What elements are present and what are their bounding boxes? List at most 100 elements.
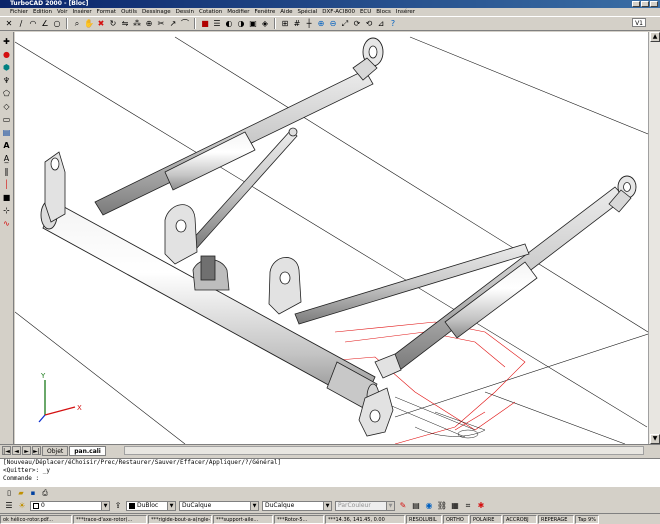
tab-objet[interactable]: Objet xyxy=(42,445,69,456)
menu-item[interactable]: Insérer xyxy=(73,8,92,16)
trim-icon[interactable]: ✂ xyxy=(156,19,166,29)
menu-item[interactable]: Dessinage xyxy=(142,8,171,16)
polygon-icon[interactable]: ⬠ xyxy=(1,88,12,99)
close-icon[interactable] xyxy=(650,1,658,7)
lineweight-select[interactable]: DuCalque ▼ xyxy=(262,501,332,511)
make-current-icon[interactable]: ⇪ xyxy=(113,501,123,511)
horizontal-scrollbar[interactable] xyxy=(124,446,644,455)
view-3d-icon[interactable]: ◈ xyxy=(260,19,270,29)
color-select[interactable]: DuBloc ▼ xyxy=(126,501,176,511)
text-icon[interactable]: A xyxy=(1,140,12,151)
circle-icon[interactable]: ○ xyxy=(52,19,62,29)
layer-manager-icon[interactable]: ☰ xyxy=(4,501,14,511)
tab-prev-icon[interactable]: ◄ xyxy=(12,446,21,455)
print-icon[interactable]: ⎙ xyxy=(40,488,50,498)
layer-icon[interactable]: ■ xyxy=(200,19,210,29)
tab-first-icon[interactable]: |◄ xyxy=(2,446,11,455)
command-prompt[interactable]: Commande : xyxy=(3,475,660,483)
menu-item[interactable]: Fichier xyxy=(10,8,28,16)
pan-icon[interactable]: ✋ xyxy=(84,19,94,29)
ortho-toggle[interactable]: ORTHO xyxy=(443,514,469,524)
color-black-icon[interactable]: ■ xyxy=(1,192,12,203)
rectangle-icon[interactable]: ▭ xyxy=(1,114,12,125)
menu-item[interactable]: Fenêtre xyxy=(254,8,275,16)
otrack-toggle[interactable]: REPERAGE xyxy=(538,514,574,524)
mirror-icon[interactable]: ⇋ xyxy=(120,19,130,29)
grid-icon[interactable]: # xyxy=(292,19,302,29)
extend-icon[interactable]: ↗ xyxy=(168,19,178,29)
polar-toggle[interactable]: POLAIRE xyxy=(470,514,502,524)
fillet-icon[interactable]: ⌒ xyxy=(180,19,190,29)
tab-last-icon[interactable]: ►| xyxy=(32,446,41,455)
new-icon[interactable]: ▯ xyxy=(4,488,14,498)
measure-icon[interactable]: ‖ xyxy=(1,166,12,177)
menu-item[interactable]: Spécial xyxy=(297,8,317,16)
scroll-up-icon[interactable]: ▲ xyxy=(650,32,660,42)
markup-icon[interactable]: ✱ xyxy=(476,501,486,511)
tab-next-icon[interactable]: ► xyxy=(22,446,31,455)
zoom-out-icon[interactable]: ⊖ xyxy=(328,19,338,29)
zoom-icon[interactable]: ⌕ xyxy=(72,19,82,29)
polyline-icon[interactable]: ∠ xyxy=(40,19,50,29)
menu-item[interactable]: Outils xyxy=(121,8,137,16)
design-center-icon[interactable]: ◉ xyxy=(424,501,434,511)
menu-item[interactable]: Modifier xyxy=(227,8,249,16)
menu-item[interactable]: Dessin xyxy=(176,8,194,16)
calculator-icon[interactable]: ⌗ xyxy=(463,501,473,511)
insert-icon[interactable]: ♆ xyxy=(1,75,12,86)
zoom-in-icon[interactable]: ⊕ xyxy=(316,19,326,29)
menu-item[interactable]: DXF-ACI800 xyxy=(322,8,355,16)
line-icon[interactable]: │ xyxy=(1,179,12,190)
render-icon[interactable]: ◐ xyxy=(224,19,234,29)
scroll-down-icon[interactable]: ▼ xyxy=(650,434,660,444)
match-properties-icon[interactable]: ✎ xyxy=(398,501,408,511)
layer-state-icon[interactable]: ☀ xyxy=(17,501,27,511)
select-icon[interactable]: ✕ xyxy=(4,19,14,29)
measure-icon[interactable]: ⊿ xyxy=(376,19,386,29)
array-icon[interactable]: ⁂ xyxy=(132,19,142,29)
shade-icon[interactable]: ◑ xyxy=(236,19,246,29)
snap-icon[interactable]: ⊞ xyxy=(280,19,290,29)
tool-palette-icon[interactable]: ▦ xyxy=(450,501,460,511)
plotstyle-select[interactable]: ParCouleur ▼ xyxy=(335,501,395,511)
layer-select[interactable]: 0 ▼ xyxy=(30,501,110,511)
circle-red-icon[interactable]: ● xyxy=(1,49,12,60)
hexagon-icon[interactable]: ⬢ xyxy=(1,62,12,73)
menu-item[interactable]: Aide xyxy=(280,8,292,16)
redraw-icon[interactable]: ⟲ xyxy=(364,19,374,29)
pointer-icon[interactable]: ✚ xyxy=(1,36,12,47)
menu-item[interactable]: Cotation xyxy=(199,8,222,16)
menu-item[interactable]: Insérer xyxy=(396,8,415,16)
vertical-scrollbar[interactable]: ▲ ▼ xyxy=(648,32,660,444)
point-icon[interactable]: ◇ xyxy=(1,101,12,112)
drawing-viewport[interactable]: X Y xyxy=(15,32,648,444)
hide-icon[interactable]: ▣ xyxy=(248,19,258,29)
tab-pan-cali[interactable]: pan.cali xyxy=(69,445,106,456)
maximize-icon[interactable] xyxy=(641,1,649,7)
ortho-icon[interactable]: ┼ xyxy=(304,19,314,29)
properties-icon[interactable]: ▤ xyxy=(411,501,421,511)
minimize-icon[interactable] xyxy=(632,1,640,7)
snap-toggle[interactable]: RESOLUBIL xyxy=(406,514,442,524)
save-icon[interactable]: ▪ xyxy=(28,488,38,498)
regen-icon[interactable]: ⟳ xyxy=(352,19,362,29)
dimension-icon[interactable]: A̲ xyxy=(1,153,12,164)
menu-item[interactable]: ECU xyxy=(360,8,371,16)
open-icon[interactable]: ▰ xyxy=(16,488,26,498)
properties-icon[interactable]: ☰ xyxy=(212,19,222,29)
menu-item[interactable]: Voir xyxy=(57,8,68,16)
osnap-toggle[interactable]: ACCROBJ xyxy=(503,514,537,524)
offset-icon[interactable]: ⊕ xyxy=(144,19,154,29)
rotate-icon[interactable]: ↻ xyxy=(108,19,118,29)
curve-icon[interactable]: ∿ xyxy=(1,218,12,229)
cross-icon[interactable]: ✖ xyxy=(96,19,106,29)
line-icon[interactable]: ∕ xyxy=(16,19,26,29)
hatch-icon[interactable]: ▤ xyxy=(1,127,12,138)
ucs-icon[interactable]: ⊹ xyxy=(1,205,12,216)
hyperlink-icon[interactable]: ⛓ xyxy=(437,501,447,511)
zoom-all-icon[interactable]: ⤢ xyxy=(340,19,350,29)
menu-item[interactable]: Blocs xyxy=(376,8,391,16)
view-selector[interactable]: V1 xyxy=(632,18,646,27)
help-icon[interactable]: ? xyxy=(388,19,398,29)
menu-item[interactable]: Edition xyxy=(33,8,52,16)
